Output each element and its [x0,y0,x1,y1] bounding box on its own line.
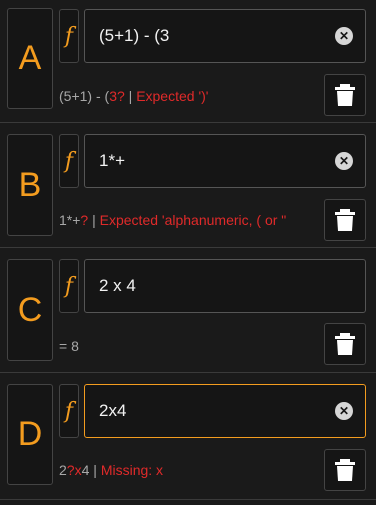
status-error-mark: 3? [109,88,125,104]
row-letter-label: D [17,415,43,453]
row-divider [0,499,376,500]
row-divider [0,122,376,123]
row-divider [0,372,376,373]
expression-input-a[interactable]: (5+1) - (3 ✕ [84,9,366,63]
row-letter-label: A [18,39,42,77]
delete-button-b[interactable] [324,199,366,241]
row-letter-d[interactable]: D [7,384,53,485]
status-error-mark: ?x [66,462,82,478]
function-icon: f [64,398,74,424]
expression-text: 2x4 [99,401,127,420]
status-separator: | [88,212,100,228]
function-toggle-c[interactable]: f [59,259,79,313]
clear-circle-icon[interactable]: ✕ [335,27,353,45]
status-prefix: 2 [59,462,67,478]
expression-row-d: D f 2x4 ✕ 2?x4 | Missing: x [0,374,376,500]
expression-list: A f (5+1) - (3 ✕ (5+1) - (3? | Expected … [0,0,376,505]
clear-circle-icon[interactable]: ✕ [335,402,353,420]
row-letter-label: B [18,165,42,204]
status-error-message: Expected ')' [136,88,209,104]
status-error-message: Expected 'alphanumeric, ( or " [99,212,287,228]
status-prefix: (5+1) - ( [59,88,110,104]
function-toggle-d[interactable]: f [59,384,79,438]
status-line-c: = 8 [59,338,79,354]
delete-button-a[interactable] [324,74,366,116]
status-error-message: Missing: x [100,462,164,478]
expression-text: (5+1) - (3 [99,26,170,45]
status-separator: | [124,88,137,104]
trash-icon [335,209,355,231]
trash-icon [335,459,355,481]
trash-icon [335,84,355,106]
delete-button-d[interactable] [324,449,366,491]
clear-circle-icon[interactable]: ✕ [335,152,353,170]
function-icon: f [64,148,74,174]
row-letter-c[interactable]: C [7,259,53,361]
function-toggle-a[interactable]: f [59,9,79,63]
expression-input-b[interactable]: 1*+ ✕ [84,134,366,188]
trash-icon [335,333,355,355]
expression-input-c[interactable]: 2 x 4 [84,259,366,313]
row-letter-b[interactable]: B [7,134,53,236]
function-icon: f [64,273,74,299]
row-divider [0,247,376,248]
status-line-d: 2?x4 | Missing: x [59,462,163,478]
function-toggle-b[interactable]: f [59,134,79,188]
expression-row-b: B f 1*+ ✕ 1*+? | Expected 'alphanumeric,… [0,124,376,248]
row-letter-a[interactable]: A [7,8,53,109]
expression-text: 2 x 4 [99,276,136,295]
function-icon: f [64,23,74,49]
status-result: = 8 [59,338,79,354]
expression-row-a: A f (5+1) - (3 ✕ (5+1) - (3? | Expected … [0,0,376,123]
status-line-b: 1*+? | Expected 'alphanumeric, ( or " [59,212,286,228]
expression-input-d[interactable]: 2x4 ✕ [84,384,366,438]
status-line-a: (5+1) - (3? | Expected ')' [59,88,208,104]
expression-row-c: C f 2 x 4 = 8 [0,249,376,373]
status-separator: | [89,462,101,478]
expression-text: 1*+ [99,151,125,170]
row-letter-label: C [17,290,43,329]
status-prefix: 1*+ [59,212,81,228]
delete-button-c[interactable] [324,323,366,365]
